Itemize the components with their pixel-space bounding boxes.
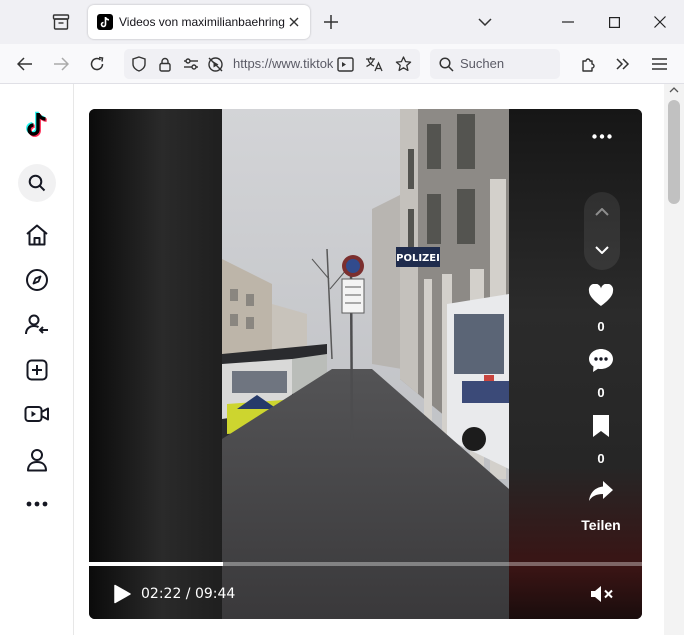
police-sign-text: POLIZEI <box>396 253 440 264</box>
video-player[interactable]: POLIZEI 0 0 0 Teilen 02:22 / 09:44 <box>89 109 642 619</box>
chevron-down-icon <box>595 246 609 254</box>
hamburger-icon <box>651 58 667 70</box>
reload-icon <box>90 56 104 71</box>
save-button[interactable] <box>586 411 616 441</box>
scroll-up-arrow-icon[interactable] <box>669 87 679 93</box>
video-time: 02:22 / 09:44 <box>141 586 236 602</box>
home-icon <box>26 224 48 246</box>
like-count: 0 <box>597 319 605 334</box>
lock-icon[interactable] <box>156 55 174 73</box>
window-close-button[interactable] <box>649 11 671 33</box>
tab-close-button[interactable] <box>286 14 302 30</box>
video-navigation <box>584 192 620 270</box>
plus-icon <box>324 15 338 29</box>
arrow-left-icon <box>17 57 32 71</box>
chevron-down-icon <box>478 18 492 26</box>
user-follow-icon <box>25 314 48 335</box>
maximize-button[interactable] <box>603 11 625 33</box>
shield-icon[interactable] <box>130 55 148 73</box>
scrollbar-thumb[interactable] <box>668 100 680 204</box>
tiktok-logo-icon <box>26 111 47 137</box>
previous-video-button[interactable] <box>590 200 614 224</box>
page-content: POLIZEI 0 0 0 Teilen 02:22 / 09:44 <box>0 84 684 635</box>
sidebar-item-home[interactable] <box>18 216 56 254</box>
video-progress-bar[interactable] <box>89 562 642 566</box>
search-bar[interactable]: Suchen <box>430 49 560 79</box>
navigation-toolbar: https://www.tiktok.com Suchen <box>0 44 684 84</box>
page-scrollbar[interactable] <box>664 84 684 635</box>
comment-icon <box>589 349 613 372</box>
sidebar-item-upload[interactable] <box>18 351 56 389</box>
forward-button[interactable] <box>49 52 73 76</box>
picture-in-picture-icon[interactable] <box>336 55 354 73</box>
more-horizontal-icon <box>26 501 48 507</box>
search-icon <box>28 174 46 192</box>
like-button[interactable] <box>586 280 616 310</box>
sidebar-item-profile[interactable] <box>18 441 56 479</box>
close-icon <box>289 17 299 27</box>
permissions-icon[interactable] <box>182 55 200 73</box>
maximize-icon <box>608 16 620 28</box>
tiktok-logo[interactable] <box>18 106 56 144</box>
sidebar-item-following[interactable] <box>18 306 56 344</box>
video-progress-fill <box>89 562 224 566</box>
list-all-tabs-button[interactable] <box>474 11 496 33</box>
add-square-icon <box>26 359 48 381</box>
comment-button[interactable] <box>586 345 616 375</box>
app-menu-button[interactable] <box>647 52 671 76</box>
puzzle-icon <box>581 57 595 72</box>
user-icon <box>27 449 47 472</box>
video-blur-background-left <box>89 109 222 619</box>
more-horizontal-icon <box>592 133 612 139</box>
close-icon <box>654 16 666 28</box>
heart-icon <box>588 283 614 306</box>
minimize-button[interactable] <box>557 11 579 33</box>
sidebar-search-button[interactable] <box>18 164 56 202</box>
search-placeholder: Suchen <box>460 56 505 71</box>
extensions-button[interactable] <box>576 52 600 76</box>
bookmark-star-icon[interactable] <box>394 55 412 73</box>
sidebar-item-more[interactable] <box>18 485 56 523</box>
arrow-right-icon <box>54 57 69 71</box>
play-button[interactable] <box>109 581 135 607</box>
sidebar <box>0 84 74 635</box>
compass-icon <box>26 269 48 291</box>
tab-active[interactable]: Videos von maximilianbaehring <box>88 5 310 39</box>
video-street-scene: POLIZEI <box>222 109 509 619</box>
tab-bar: Videos von maximilianbaehring <box>0 0 684 44</box>
reload-button[interactable] <box>85 52 109 76</box>
search-icon <box>439 57 454 72</box>
back-button[interactable] <box>13 52 37 76</box>
translate-icon[interactable] <box>365 55 383 73</box>
save-count: 0 <box>597 451 605 466</box>
overflow-menu-button[interactable] <box>611 52 635 76</box>
tiktok-favicon-icon <box>97 14 113 30</box>
share-label: Teilen <box>581 517 621 533</box>
minimize-icon <box>562 21 574 23</box>
comment-count: 0 <box>597 385 605 400</box>
video-frame[interactable]: POLIZEI <box>222 109 509 619</box>
chevron-up-icon <box>595 208 609 216</box>
share-button[interactable] <box>586 476 616 506</box>
sidebar-item-live[interactable] <box>18 395 56 433</box>
bookmark-icon <box>593 415 609 437</box>
mute-button[interactable] <box>587 581 617 607</box>
volume-muted-icon <box>591 586 613 602</box>
next-video-button[interactable] <box>590 238 614 262</box>
tab-title: Videos von maximilianbaehring <box>119 15 285 29</box>
url-text: https://www.tiktok.com <box>233 56 333 71</box>
sidebar-item-explore[interactable] <box>18 261 56 299</box>
play-icon <box>114 584 131 604</box>
archive-icon <box>52 14 70 30</box>
tab-list-button[interactable] <box>48 10 74 34</box>
double-chevron-right-icon <box>616 58 630 70</box>
more-options-button[interactable] <box>586 125 618 147</box>
share-arrow-icon <box>589 481 613 501</box>
video-blur-background-right <box>509 109 642 619</box>
live-camera-icon <box>24 406 49 422</box>
url-bar[interactable]: https://www.tiktok.com <box>124 49 420 79</box>
autoplay-blocked-icon[interactable] <box>206 55 224 73</box>
new-tab-button[interactable] <box>320 11 342 33</box>
